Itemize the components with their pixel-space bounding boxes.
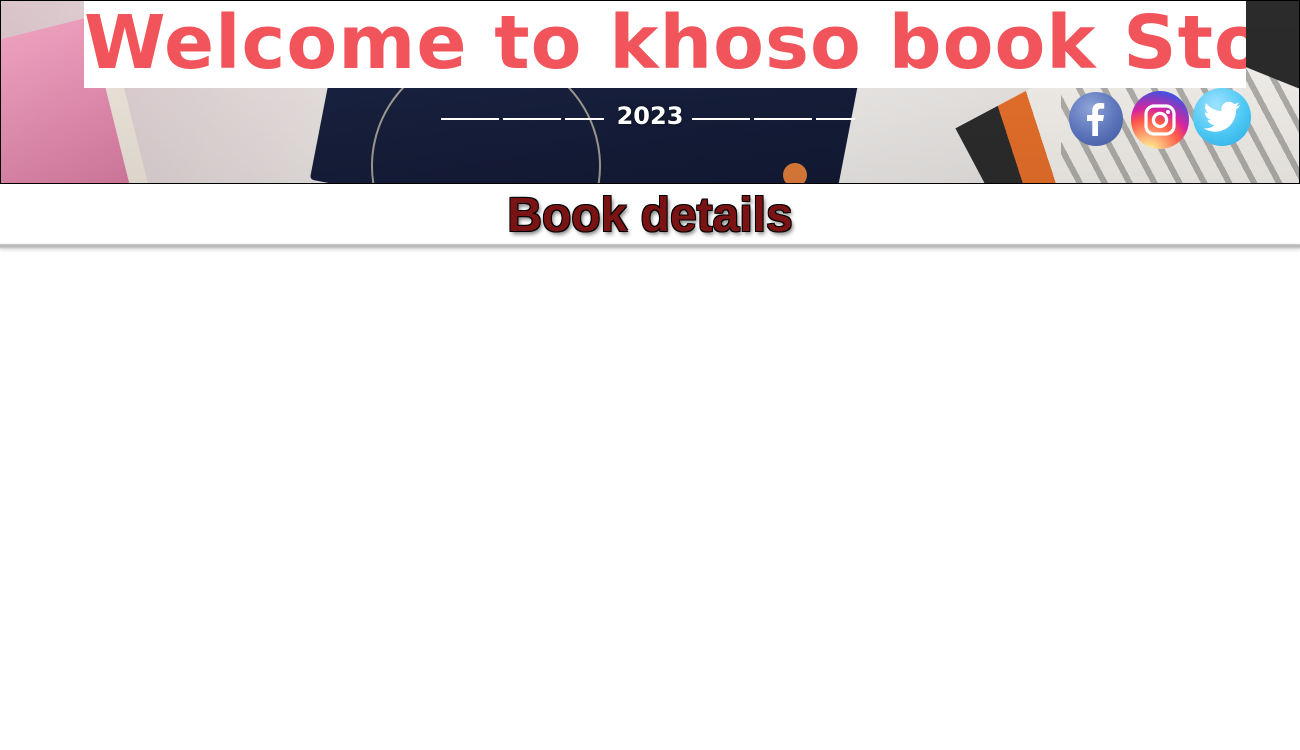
year-line-left-3 bbox=[565, 118, 604, 120]
year-line-right-2 bbox=[754, 118, 812, 120]
twitter-icon bbox=[1203, 101, 1240, 132]
content-divider bbox=[0, 244, 1300, 249]
instagram-icon bbox=[1144, 104, 1176, 136]
year-banner: 2023 bbox=[441, 101, 855, 135]
header-banner: Welcome to khoso book Store 2023 bbox=[0, 0, 1300, 184]
facebook-icon bbox=[1087, 103, 1105, 136]
instagram-link[interactable] bbox=[1131, 91, 1189, 149]
year-line-left-1 bbox=[441, 118, 499, 120]
page-title: Book details bbox=[507, 189, 793, 242]
year-line-right-1 bbox=[692, 118, 750, 120]
twitter-link[interactable] bbox=[1193, 88, 1251, 146]
year-line-right-3 bbox=[816, 118, 855, 120]
year-label: 2023 bbox=[616, 102, 684, 130]
site-title: Welcome to khoso book Store bbox=[84, 1, 1246, 88]
year-line-left-2 bbox=[503, 118, 561, 120]
facebook-link[interactable] bbox=[1069, 92, 1123, 146]
